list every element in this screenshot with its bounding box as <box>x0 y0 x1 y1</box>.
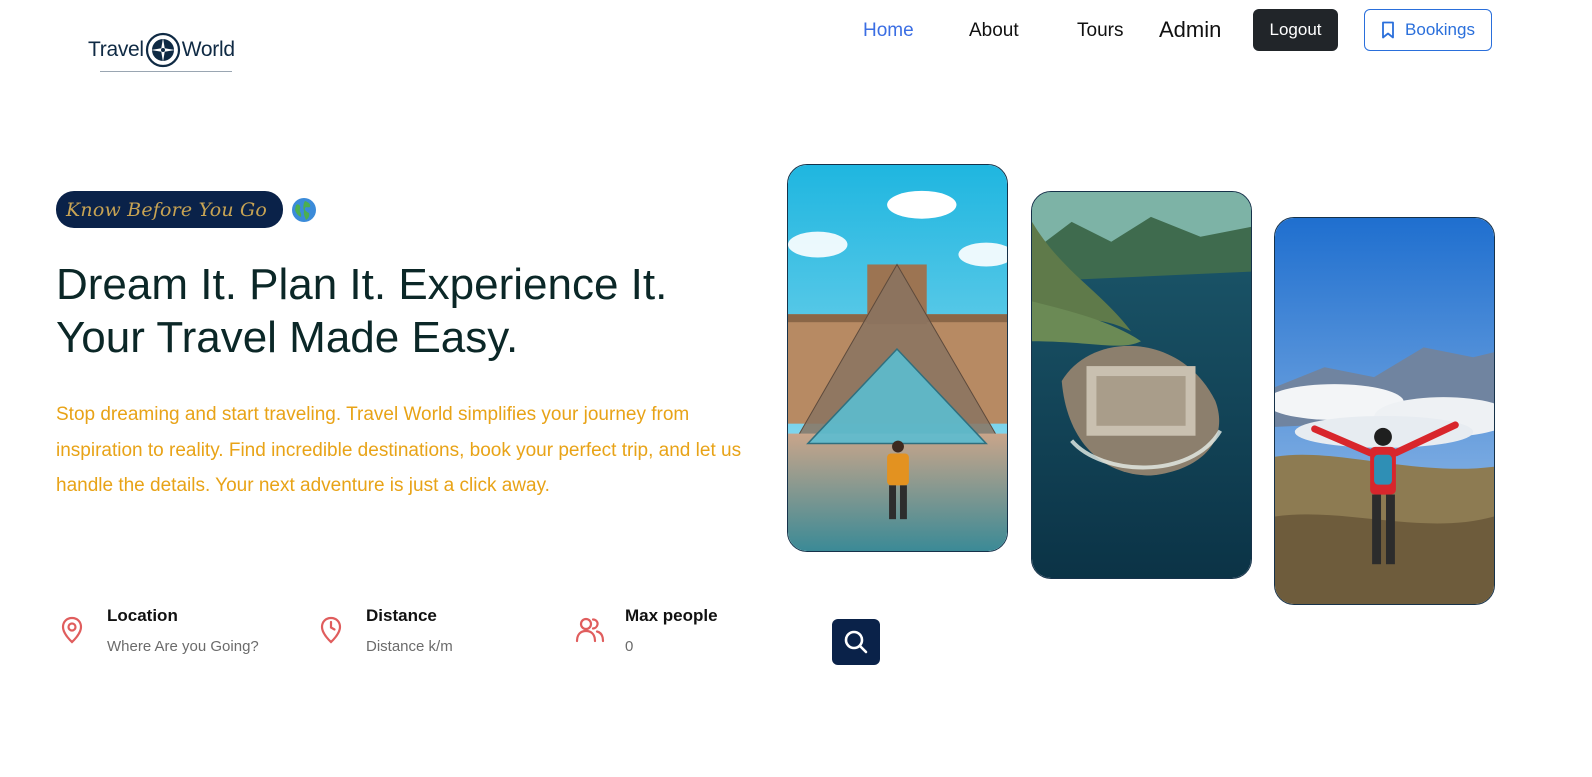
search-bar: Location Distance Max people <box>56 600 886 670</box>
logo-underline <box>100 71 232 72</box>
bookmark-icon <box>1382 21 1394 39</box>
max-people-input[interactable] <box>625 638 815 655</box>
search-icon <box>844 630 868 654</box>
mountain-hiker-photo <box>1274 217 1495 605</box>
bookings-button-label: Bookings <box>1405 20 1475 39</box>
compass-globe-icon <box>145 32 180 68</box>
nav-admin[interactable]: Admin <box>1159 17 1221 43</box>
location-field: Location <box>56 600 297 656</box>
nav-tours[interactable]: Tours <box>1077 20 1123 42</box>
location-input[interactable] <box>107 638 297 655</box>
location-label: Location <box>107 606 178 625</box>
distance-input[interactable] <box>366 638 556 655</box>
hero-subtitle-row: Know Before You Go <box>56 191 317 228</box>
hero-title: Dream It. Plan It. Experience It. Your T… <box>56 258 776 364</box>
hero-title-line1: Dream It. Plan It. Experience It. <box>56 260 668 309</box>
nav-about[interactable]: About <box>969 20 1019 42</box>
globe-emoji-icon <box>292 197 317 222</box>
hero-subtitle: Know Before You Go <box>56 191 284 228</box>
hero-title-line2: Your Travel Made Easy. <box>56 313 519 362</box>
island-fortress-photo <box>1031 191 1252 579</box>
max-people-field: Max people <box>574 600 815 656</box>
nav-home[interactable]: Home <box>863 20 914 42</box>
logo[interactable]: Travel World <box>88 28 244 72</box>
logo-word-world: World <box>181 38 235 61</box>
distance-label: Distance <box>366 606 437 625</box>
hero-description: Stop dreaming and start traveling. Trave… <box>56 404 742 496</box>
distance-field: Distance <box>315 600 556 656</box>
users-icon <box>575 617 605 643</box>
logout-button-label: Logout <box>1269 20 1322 39</box>
logo-word-travel: Travel <box>88 38 144 61</box>
max-people-label: Max people <box>625 606 718 625</box>
louvre-pyramid-photo <box>787 164 1008 552</box>
map-pin-icon <box>61 616 83 644</box>
logout-button[interactable]: Logout <box>1253 9 1338 51</box>
bookings-button[interactable]: Bookings <box>1364 9 1492 51</box>
clock-icon <box>320 616 342 644</box>
search-button[interactable] <box>832 619 880 665</box>
